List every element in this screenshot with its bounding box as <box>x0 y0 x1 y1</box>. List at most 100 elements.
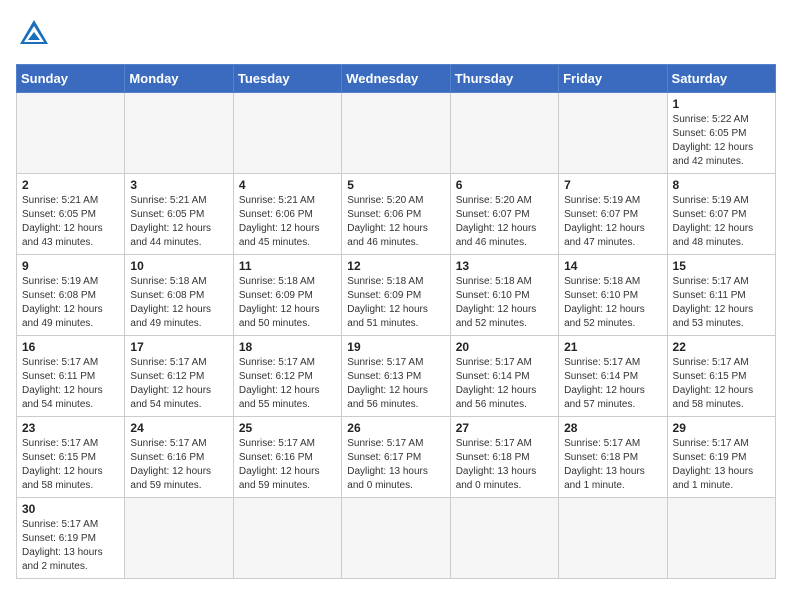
cell-content: Sunrise: 5:21 AM Sunset: 6:06 PM Dayligh… <box>239 194 336 250</box>
day-number: 3 <box>130 178 227 192</box>
cell-content: Sunrise: 5:18 AM Sunset: 6:09 PM Dayligh… <box>239 275 336 331</box>
calendar-cell: 15 Sunrise: 5:17 AM Sunset: 6:11 PM Dayli… <box>667 255 775 336</box>
day-number: 1 <box>673 97 770 111</box>
day-number: 10 <box>130 259 227 273</box>
calendar-cell <box>125 498 233 579</box>
cell-content: Sunrise: 5:17 AM Sunset: 6:19 PM Dayligh… <box>22 518 119 574</box>
calendar-cell: 2Sunrise: 5:21 AM Sunset: 6:05 PM Daylig… <box>17 174 125 255</box>
weekday-header-monday: Monday <box>125 65 233 93</box>
cell-content: Sunrise: 5:18 AM Sunset: 6:09 PM Dayligh… <box>347 275 444 331</box>
calendar-cell <box>559 93 667 174</box>
day-number: 14 <box>564 259 661 273</box>
calendar-cell <box>450 498 558 579</box>
cell-content: Sunrise: 5:19 AM Sunset: 6:07 PM Dayligh… <box>564 194 661 250</box>
day-number: 6 <box>456 178 553 192</box>
week-row-5: 23 Sunrise: 5:17 AM Sunset: 6:15 PM Dayli… <box>17 417 776 498</box>
cell-content: Sunrise: 5:17 AM Sunset: 6:19 PM Dayligh… <box>673 437 770 493</box>
cell-content: Sunrise: 5:18 AM Sunset: 6:10 PM Dayligh… <box>564 275 661 331</box>
cell-content: Sunrise: 5:17 AM Sunset: 6:14 PM Dayligh… <box>564 356 661 412</box>
calendar-cell: 3 Sunrise: 5:21 AM Sunset: 6:05 PM Daylig… <box>125 174 233 255</box>
calendar-cell <box>233 498 341 579</box>
calendar-cell: 30Sunrise: 5:17 AM Sunset: 6:19 PM Dayli… <box>17 498 125 579</box>
calendar-cell: 28Sunrise: 5:17 AM Sunset: 6:18 PM Dayli… <box>559 417 667 498</box>
day-number: 12 <box>347 259 444 273</box>
calendar-cell: 26 Sunrise: 5:17 AM Sunset: 6:17 PM Dayli… <box>342 417 450 498</box>
weekday-header-sunday: Sunday <box>17 65 125 93</box>
cell-content: Sunrise: 5:17 AM Sunset: 6:14 PM Dayligh… <box>456 356 553 412</box>
logo <box>16 16 56 52</box>
calendar-cell <box>17 93 125 174</box>
calendar-cell: 25Sunrise: 5:17 AM Sunset: 6:16 PM Dayli… <box>233 417 341 498</box>
calendar-cell: 24 Sunrise: 5:17 AM Sunset: 6:16 PM Dayli… <box>125 417 233 498</box>
calendar-cell: 17Sunrise: 5:17 AM Sunset: 6:12 PM Dayli… <box>125 336 233 417</box>
day-number: 13 <box>456 259 553 273</box>
weekday-header-wednesday: Wednesday <box>342 65 450 93</box>
day-number: 25 <box>239 421 336 435</box>
calendar-cell <box>559 498 667 579</box>
cell-content: Sunrise: 5:19 AM Sunset: 6:08 PM Dayligh… <box>22 275 119 331</box>
week-row-3: 9 Sunrise: 5:19 AM Sunset: 6:08 PM Daylig… <box>17 255 776 336</box>
cell-content: Sunrise: 5:17 AM Sunset: 6:16 PM Dayligh… <box>130 437 227 493</box>
calendar-cell: 4Sunrise: 5:21 AM Sunset: 6:06 PM Daylig… <box>233 174 341 255</box>
calendar-cell: 14 Sunrise: 5:18 AM Sunset: 6:10 PM Dayli… <box>559 255 667 336</box>
day-number: 2 <box>22 178 119 192</box>
calendar: SundayMondayTuesdayWednesdayThursdayFrid… <box>16 64 776 579</box>
day-number: 23 <box>22 421 119 435</box>
cell-content: Sunrise: 5:19 AM Sunset: 6:07 PM Dayligh… <box>673 194 770 250</box>
cell-content: Sunrise: 5:17 AM Sunset: 6:12 PM Dayligh… <box>239 356 336 412</box>
day-number: 15 <box>673 259 770 273</box>
calendar-cell <box>342 93 450 174</box>
day-number: 19 <box>347 340 444 354</box>
calendar-cell: 8 Sunrise: 5:19 AM Sunset: 6:07 PM Daylig… <box>667 174 775 255</box>
calendar-cell: 10 Sunrise: 5:18 AM Sunset: 6:08 PM Dayli… <box>125 255 233 336</box>
cell-content: Sunrise: 5:18 AM Sunset: 6:10 PM Dayligh… <box>456 275 553 331</box>
calendar-cell: 16 Sunrise: 5:17 AM Sunset: 6:11 PM Dayli… <box>17 336 125 417</box>
weekday-header-thursday: Thursday <box>450 65 558 93</box>
cell-content: Sunrise: 5:18 AM Sunset: 6:08 PM Dayligh… <box>130 275 227 331</box>
cell-content: Sunrise: 5:21 AM Sunset: 6:05 PM Dayligh… <box>130 194 227 250</box>
week-row-6: 30Sunrise: 5:17 AM Sunset: 6:19 PM Dayli… <box>17 498 776 579</box>
calendar-cell <box>342 498 450 579</box>
weekday-header-row: SundayMondayTuesdayWednesdayThursdayFrid… <box>17 65 776 93</box>
weekday-header-saturday: Saturday <box>667 65 775 93</box>
day-number: 16 <box>22 340 119 354</box>
cell-content: Sunrise: 5:17 AM Sunset: 6:11 PM Dayligh… <box>673 275 770 331</box>
day-number: 22 <box>673 340 770 354</box>
logo-icon <box>16 16 52 52</box>
cell-content: Sunrise: 5:17 AM Sunset: 6:15 PM Dayligh… <box>673 356 770 412</box>
day-number: 8 <box>673 178 770 192</box>
day-number: 26 <box>347 421 444 435</box>
calendar-cell: 7 Sunrise: 5:19 AM Sunset: 6:07 PM Daylig… <box>559 174 667 255</box>
calendar-cell: 18 Sunrise: 5:17 AM Sunset: 6:12 PM Dayli… <box>233 336 341 417</box>
cell-content: Sunrise: 5:17 AM Sunset: 6:15 PM Dayligh… <box>22 437 119 493</box>
day-number: 9 <box>22 259 119 273</box>
calendar-cell: 22 Sunrise: 5:17 AM Sunset: 6:15 PM Dayli… <box>667 336 775 417</box>
cell-content: Sunrise: 5:17 AM Sunset: 6:11 PM Dayligh… <box>22 356 119 412</box>
calendar-cell: 6Sunrise: 5:20 AM Sunset: 6:07 PM Daylig… <box>450 174 558 255</box>
cell-content: Sunrise: 5:17 AM Sunset: 6:18 PM Dayligh… <box>456 437 553 493</box>
calendar-cell: 5 Sunrise: 5:20 AM Sunset: 6:06 PM Daylig… <box>342 174 450 255</box>
calendar-cell: 27 Sunrise: 5:17 AM Sunset: 6:18 PM Dayli… <box>450 417 558 498</box>
week-row-1: 1Sunrise: 5:22 AM Sunset: 6:05 PM Daylig… <box>17 93 776 174</box>
day-number: 5 <box>347 178 444 192</box>
day-number: 29 <box>673 421 770 435</box>
day-number: 24 <box>130 421 227 435</box>
calendar-cell: 23 Sunrise: 5:17 AM Sunset: 6:15 PM Dayli… <box>17 417 125 498</box>
calendar-cell: 19 Sunrise: 5:17 AM Sunset: 6:13 PM Dayli… <box>342 336 450 417</box>
week-row-4: 16 Sunrise: 5:17 AM Sunset: 6:11 PM Dayli… <box>17 336 776 417</box>
day-number: 18 <box>239 340 336 354</box>
calendar-cell: 21Sunrise: 5:17 AM Sunset: 6:14 PM Dayli… <box>559 336 667 417</box>
day-number: 7 <box>564 178 661 192</box>
day-number: 20 <box>456 340 553 354</box>
day-number: 27 <box>456 421 553 435</box>
calendar-cell: 29 Sunrise: 5:17 AM Sunset: 6:19 PM Dayli… <box>667 417 775 498</box>
day-number: 17 <box>130 340 227 354</box>
weekday-header-friday: Friday <box>559 65 667 93</box>
cell-content: Sunrise: 5:20 AM Sunset: 6:06 PM Dayligh… <box>347 194 444 250</box>
header <box>16 16 776 52</box>
weekday-header-tuesday: Tuesday <box>233 65 341 93</box>
calendar-cell: 9 Sunrise: 5:19 AM Sunset: 6:08 PM Daylig… <box>17 255 125 336</box>
calendar-cell <box>233 93 341 174</box>
cell-content: Sunrise: 5:17 AM Sunset: 6:13 PM Dayligh… <box>347 356 444 412</box>
cell-content: Sunrise: 5:17 AM Sunset: 6:17 PM Dayligh… <box>347 437 444 493</box>
